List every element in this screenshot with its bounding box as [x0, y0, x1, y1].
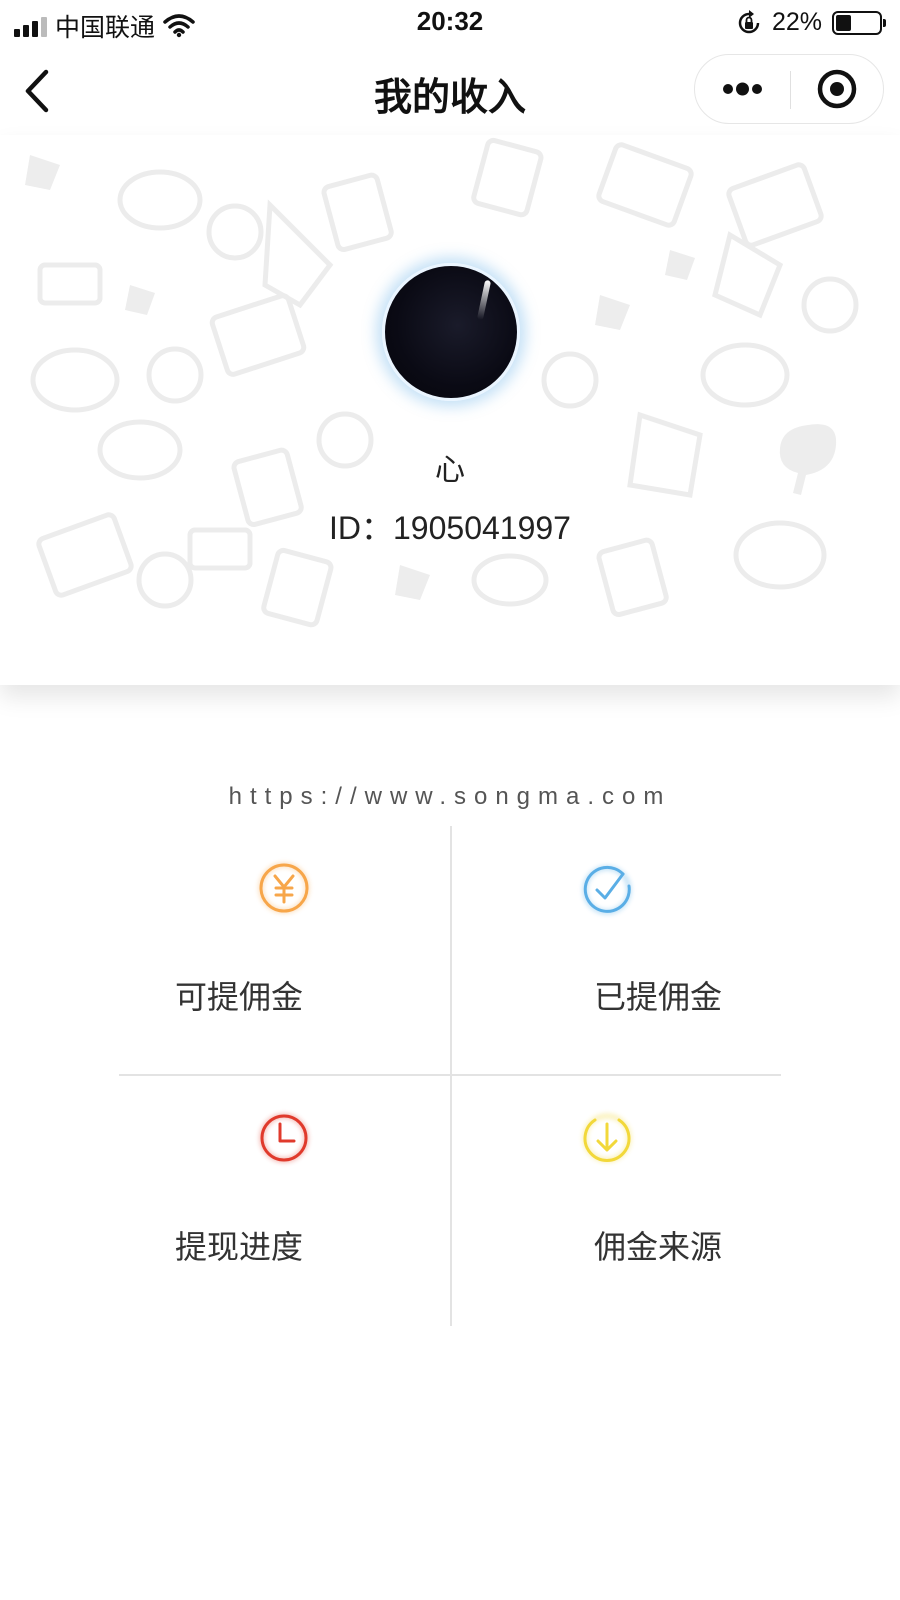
chevron-left-icon: [25, 69, 49, 113]
menu-withdrawal-progress[interactable]: 提现进度: [119, 1076, 449, 1324]
profile-card: 心 ID：1905041997: [0, 135, 900, 685]
menu-withdrawn-commission[interactable]: 已提佣金: [451, 826, 781, 1074]
site-url-watermark: https://www.songma.com: [228, 783, 672, 810]
menu-withdrawable-commission[interactable]: 可提佣金: [119, 826, 449, 1074]
income-menu-grid: 可提佣金 已提佣金 提现进度 佣金来源: [119, 826, 781, 1326]
status-bar: 中国联通 20:32 22%: [0, 0, 900, 46]
money-pattern-background: [25, 137, 859, 628]
battery-fill: [836, 14, 851, 31]
more-dots-icon: [723, 82, 762, 96]
more-button[interactable]: [695, 55, 790, 123]
menu-label: 提现进度: [174, 1228, 303, 1266]
nav-bar: 我的收入: [0, 50, 900, 130]
back-button[interactable]: [18, 66, 58, 116]
menu-commission-source[interactable]: 佣金来源: [451, 1076, 781, 1324]
close-mini-program-button[interactable]: [791, 55, 885, 123]
mini-program-capsule: [694, 54, 884, 124]
avatar[interactable]: [382, 263, 520, 401]
download-circle-icon: [582, 1113, 632, 1163]
yen-coin-icon: [258, 862, 310, 914]
menu-label: 已提佣金: [593, 978, 722, 1016]
clock-icon: [259, 1113, 309, 1163]
status-right: 22%: [736, 8, 886, 37]
user-id: ID：1905041997: [329, 510, 571, 546]
menu-label: 可提佣金: [174, 978, 303, 1016]
user-nickname: 心: [435, 453, 465, 488]
check-circle-icon: [582, 865, 632, 915]
rotation-lock-icon: [738, 9, 760, 33]
battery-icon: [832, 10, 886, 35]
target-circle-icon: [817, 69, 857, 109]
menu-label: 佣金来源: [593, 1228, 722, 1266]
battery-percent: 22%: [771, 8, 822, 36]
page: 中国联通 20:32 22% 我的收入 心 ID：1905041997 http…: [0, 0, 900, 1600]
